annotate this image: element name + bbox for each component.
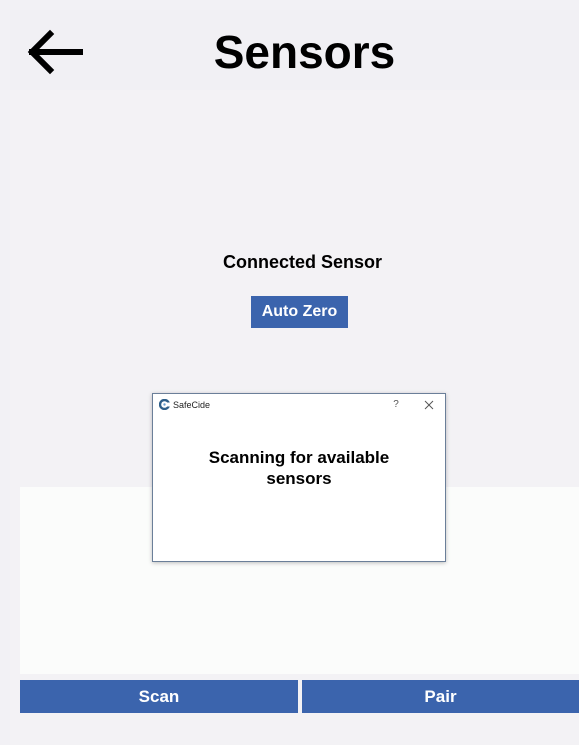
dialog-message: Scanning for available sensors	[173, 447, 425, 489]
safecide-logo-icon	[159, 399, 170, 410]
dialog-titlebar: SafeCide ?	[153, 394, 445, 416]
dialog-app-name: SafeCide	[173, 400, 211, 410]
close-icon[interactable]	[422, 398, 436, 412]
connected-sensor-label: Connected Sensor	[222, 252, 383, 272]
sensors-screen: Sensors Connected Sensor Auto Zero Scan …	[0, 0, 579, 745]
help-button[interactable]: ?	[389, 398, 403, 412]
action-bar: Scan Pair	[20, 680, 579, 713]
dialog-message-line-2: sensors	[266, 469, 332, 488]
scanning-dialog: SafeCide ? Scanning for available sensor…	[152, 393, 446, 562]
header-bar: Sensors	[10, 10, 579, 90]
auto-zero-button[interactable]: Auto Zero	[251, 296, 348, 328]
pair-button[interactable]: Pair	[302, 680, 579, 713]
dialog-message-line-1: Scanning for available	[208, 448, 390, 467]
page-title: Sensors	[213, 26, 396, 78]
scan-button[interactable]: Scan	[20, 680, 298, 713]
